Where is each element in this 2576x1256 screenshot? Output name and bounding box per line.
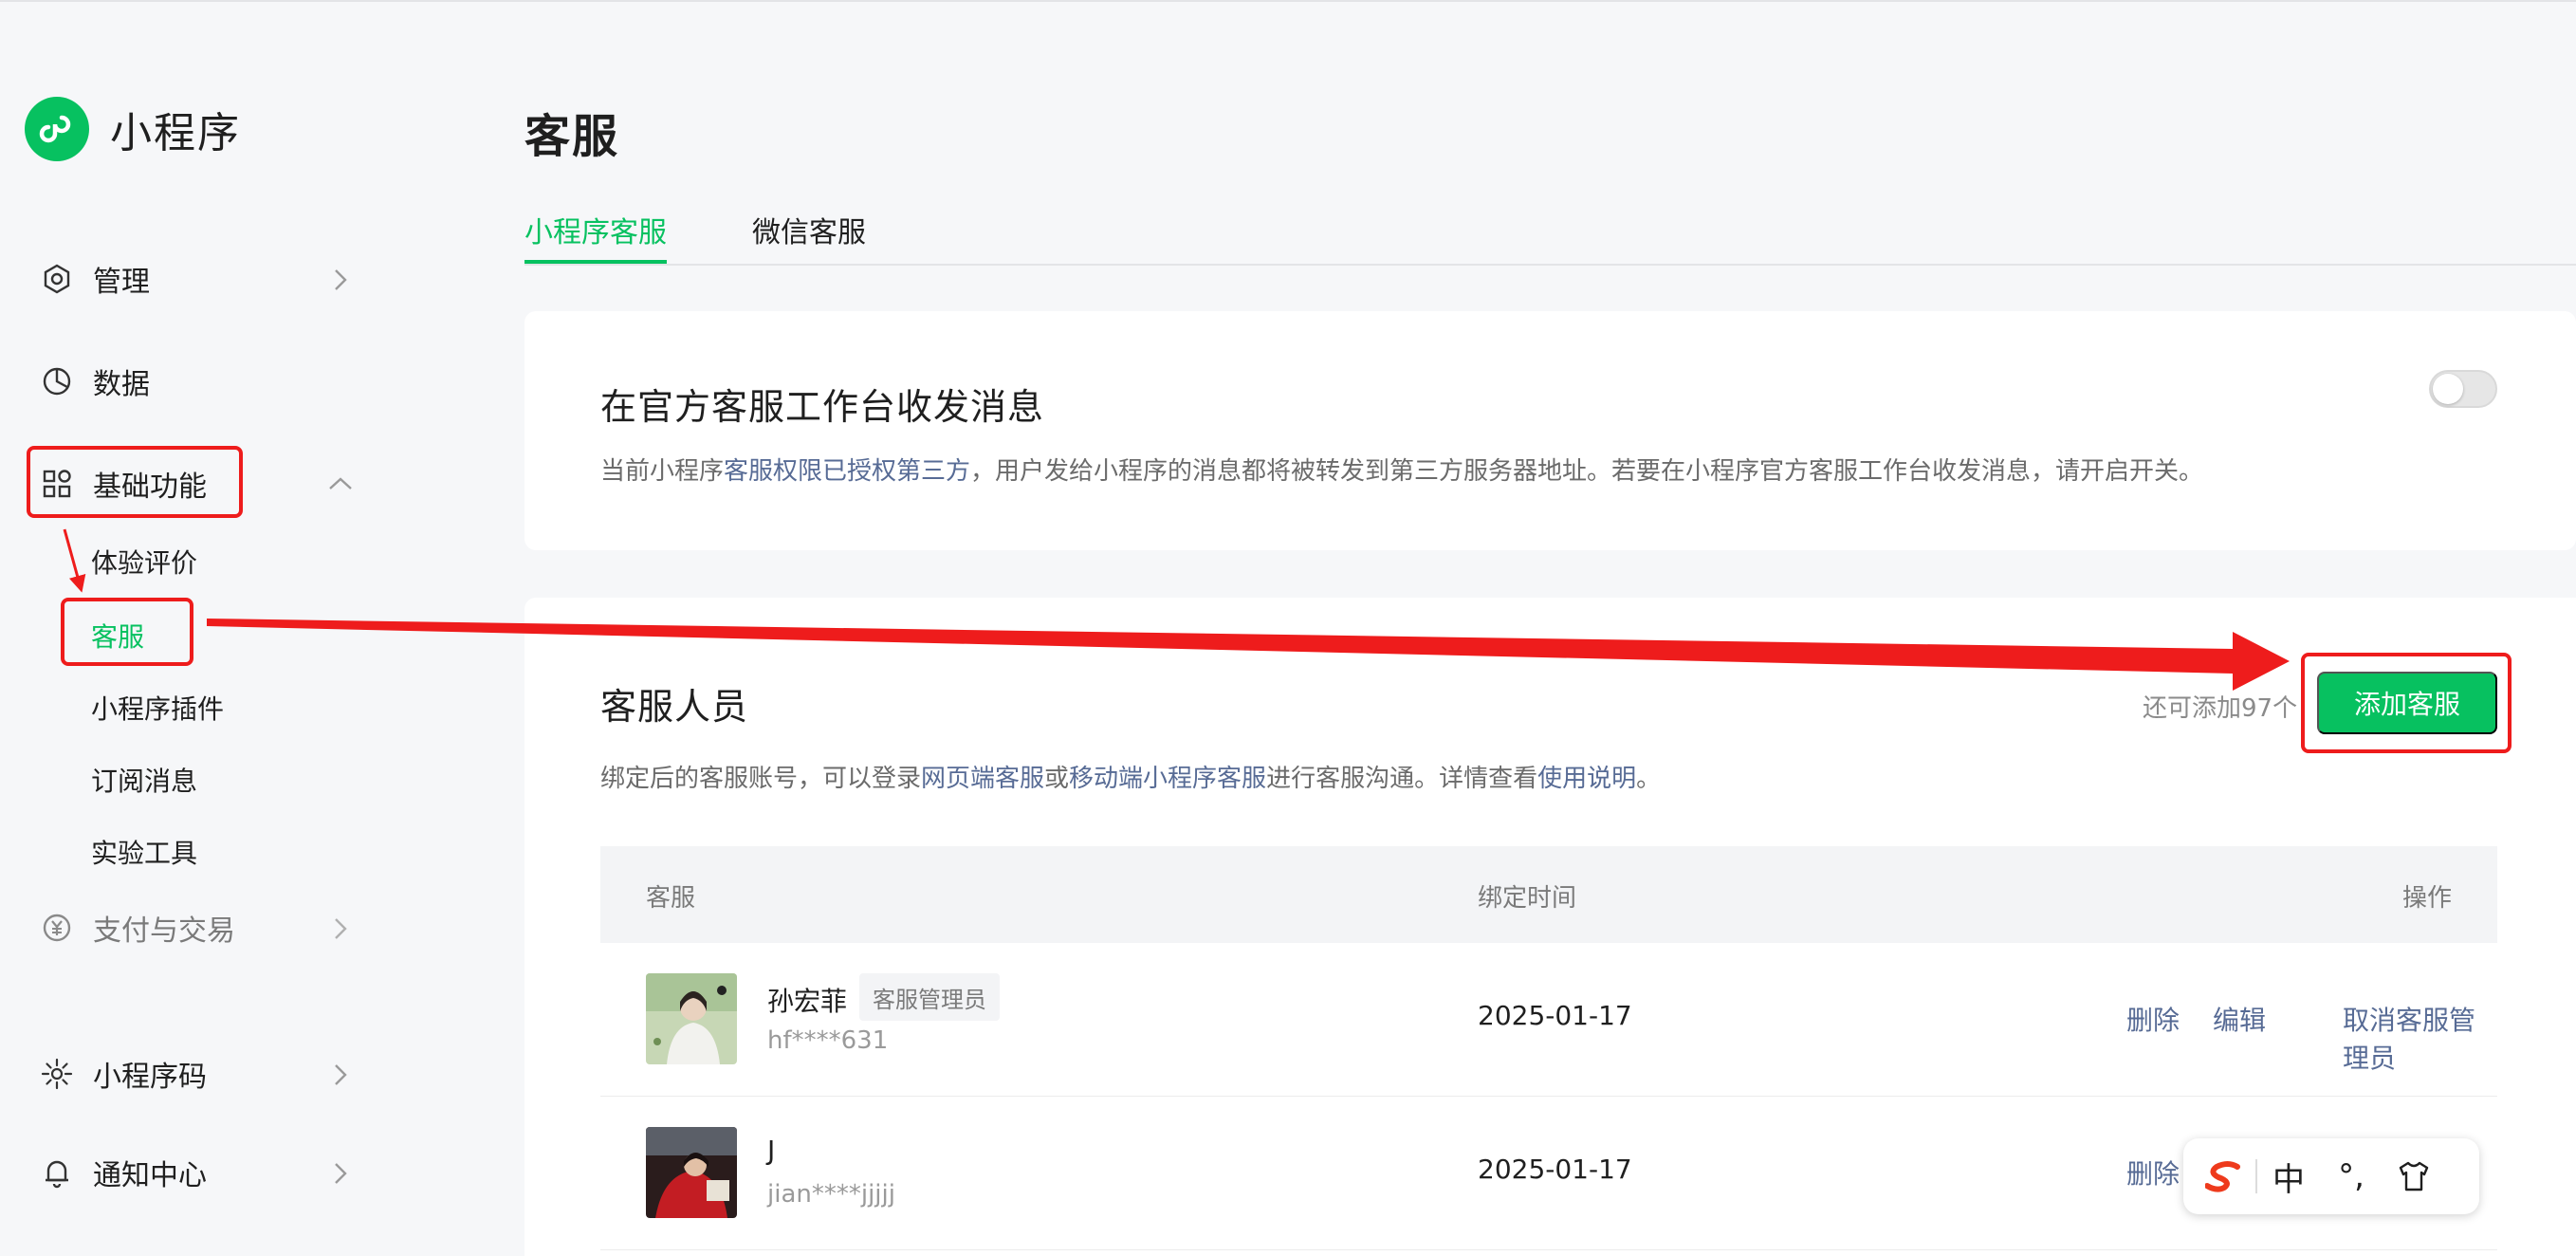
revoke-admin-link[interactable]: 取消客服管理员	[2343, 1000, 2497, 1076]
tab-bar: 小程序客服 微信客服	[524, 209, 2576, 266]
delete-link[interactable]: 删除	[2126, 1000, 2180, 1038]
workbench-description: 当前小程序客服权限已授权第三方，用户发给小程序的消息都将被转发到第三方服务器地址…	[600, 457, 2204, 486]
avatar	[646, 1127, 737, 1218]
app-name: 小程序	[110, 109, 241, 157]
hexagon-settings-icon	[40, 262, 74, 296]
sidebar-item-notification-center[interactable]: 通知中心	[40, 1146, 207, 1199]
sidebar-item-data[interactable]: 数据	[40, 355, 150, 408]
sidebar-item-payment[interactable]: 支付与交易	[40, 901, 235, 954]
sidebar-subitem-experiment-tools[interactable]: 实验工具	[91, 833, 197, 871]
sidebar-item-label: 管理	[93, 266, 150, 299]
tab-wechat-cs[interactable]: 微信客服	[752, 209, 866, 264]
workbench-title: 在官方客服工作台收发消息	[600, 386, 1045, 428]
workbench-toggle[interactable]	[2429, 370, 2497, 408]
delete-link[interactable]: 删除	[2126, 1154, 2180, 1191]
sidebar-item-manage[interactable]: 管理	[40, 252, 150, 305]
role-badge: 客服管理员	[859, 973, 1000, 1021]
authorized-third-party-link[interactable]: 客服权限已授权第三方	[724, 457, 970, 486]
sidebar-subitem-subscribe-messages[interactable]: 订阅消息	[91, 761, 197, 799]
chevron-right-icon[interactable]	[326, 1159, 355, 1188]
agent-name: 孙宏菲	[767, 986, 848, 1017]
agent-name: J	[767, 1135, 776, 1166]
workbench-card: 在官方客服工作台收发消息 当前小程序客服权限已授权第三方，用户发给小程序的消息都…	[524, 311, 2576, 550]
ime-toolbar: 中 °,	[2183, 1138, 2479, 1214]
bind-date: 2025-01-17	[1478, 1000, 1632, 1031]
annotation-box-add-button	[2301, 653, 2512, 753]
web-cs-link[interactable]: 网页端客服	[921, 765, 1044, 793]
sogou-logo-icon[interactable]	[2193, 1148, 2255, 1205]
annotation-box-basic-functions	[27, 446, 243, 518]
sun-code-icon	[40, 1057, 74, 1091]
page-title: 客服	[524, 110, 620, 163]
sidebar-item-label: 支付与交易	[93, 914, 235, 948]
table-header: 客服 绑定时间 操作	[600, 846, 2497, 943]
sidebar-item-label: 通知中心	[93, 1159, 207, 1192]
column-ops: 操作	[2401, 884, 2452, 913]
agent-account: jian****jjjjj	[767, 1180, 895, 1209]
chevron-right-icon[interactable]	[326, 1061, 355, 1089]
staff-description: 绑定后的客服账号，可以登录网页端客服或移动端小程序客服进行客服沟通。详情查看使用…	[600, 765, 1662, 793]
staff-quota: 还可添加97个	[2143, 694, 2298, 723]
table-row: 孙宏菲 客服管理员 hf****631 2025-01-17 删除 编辑 取消客…	[600, 943, 2497, 1097]
bell-icon	[40, 1155, 74, 1190]
sidebar-item-mini-program-code[interactable]: 小程序码	[40, 1047, 207, 1100]
usage-guide-link[interactable]: 使用说明	[1537, 765, 1636, 793]
ime-chinese-mode[interactable]: 中	[2257, 1148, 2320, 1205]
bind-date: 2025-01-17	[1478, 1154, 1632, 1185]
yen-coin-icon	[40, 911, 74, 945]
sidebar-item-label: 小程序码	[93, 1061, 207, 1094]
chevron-right-icon[interactable]	[326, 266, 355, 294]
column-agent: 客服	[646, 884, 696, 913]
mobile-cs-link[interactable]: 移动端小程序客服	[1069, 765, 1266, 793]
avatar	[646, 973, 737, 1064]
toggle-knob	[2433, 374, 2463, 404]
brand[interactable]: 小程序	[25, 97, 241, 161]
shirt-icon[interactable]	[2383, 1148, 2445, 1205]
chevron-right-icon[interactable]	[326, 914, 355, 943]
sidebar-subitem-experience-review[interactable]: 体验评价	[91, 543, 197, 581]
sidebar-subitem-plugins[interactable]: 小程序插件	[91, 689, 224, 727]
column-bind-time: 绑定时间	[1478, 884, 1577, 913]
mini-program-logo-icon	[25, 97, 89, 161]
annotation-box-customer-service	[61, 598, 193, 666]
ime-punctuation[interactable]: °,	[2320, 1148, 2383, 1205]
sidebar-item-label: 数据	[93, 368, 150, 401]
agent-account: hf****631	[767, 1026, 889, 1055]
pie-chart-icon	[40, 364, 74, 398]
staff-title: 客服人员	[600, 686, 749, 728]
tab-mini-program-cs[interactable]: 小程序客服	[524, 209, 667, 264]
chevron-up-icon[interactable]	[326, 470, 355, 498]
edit-link[interactable]: 编辑	[2213, 1000, 2266, 1038]
